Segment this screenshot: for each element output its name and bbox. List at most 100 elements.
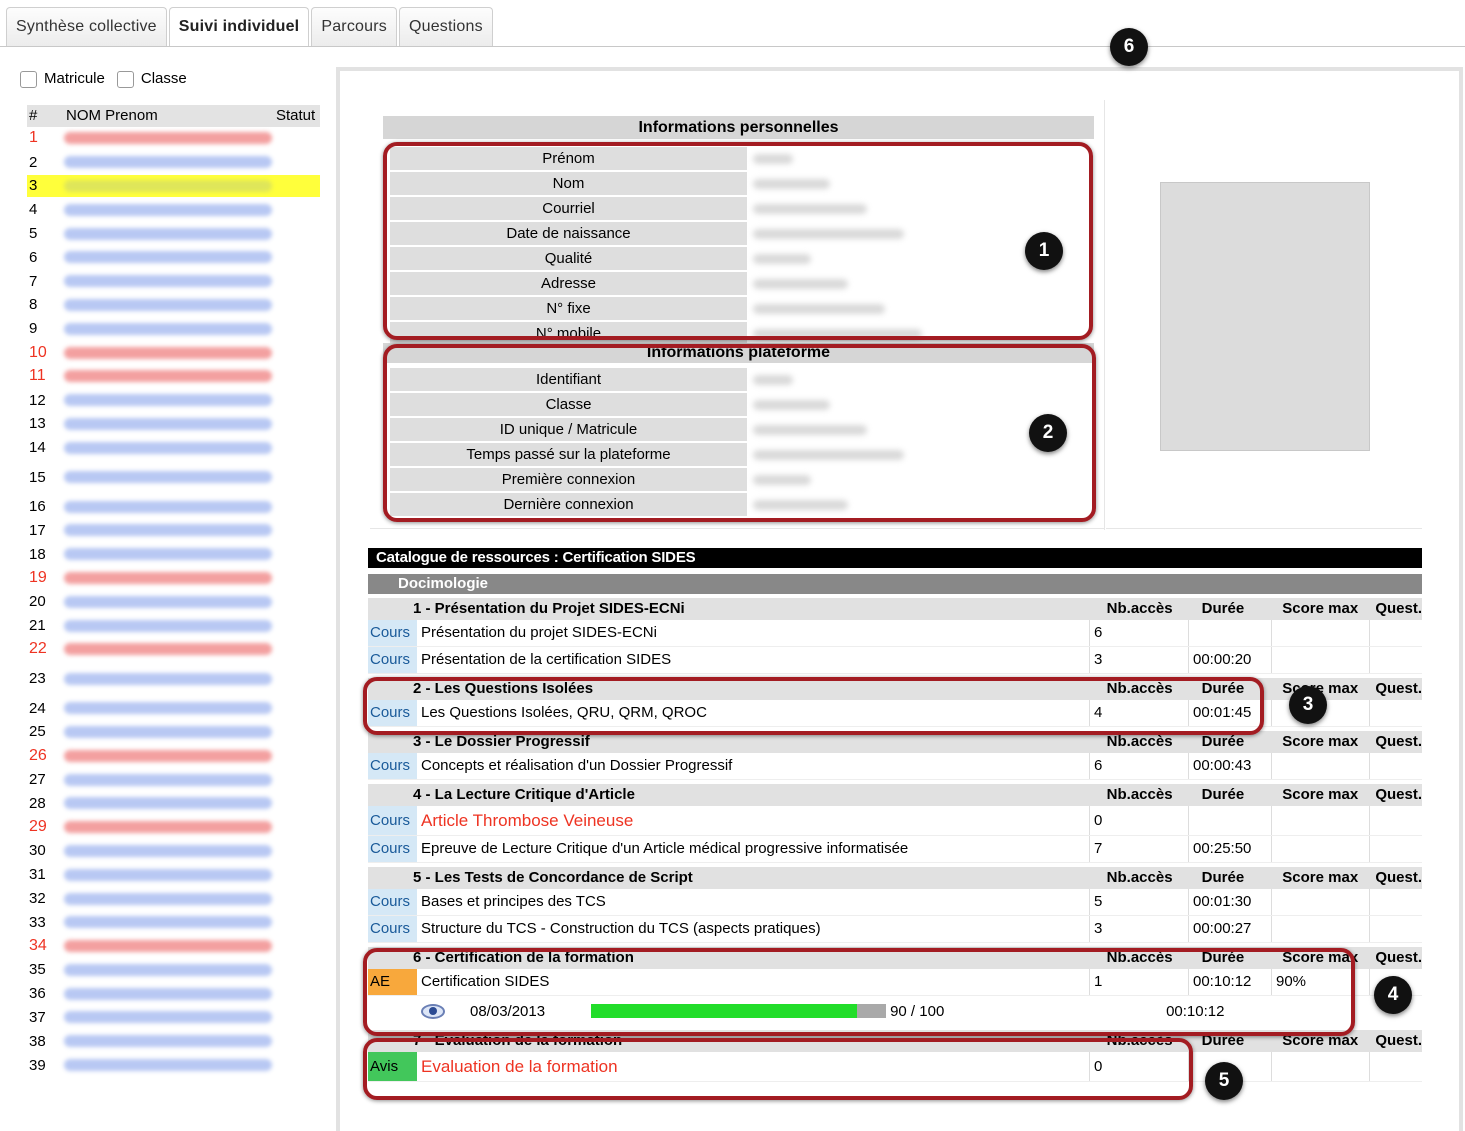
resource-row[interactable]: Cours Concepts et réalisation d'un Dossie… [368,753,1422,780]
student-row[interactable]: 33 [27,911,320,935]
tab-questions[interactable]: Questions [398,7,493,46]
tab-parcours[interactable]: Parcours [311,7,397,46]
student-row[interactable]: 25 [27,721,320,745]
student-row[interactable]: 8 [27,294,320,318]
student-name-redacted[interactable] [64,322,272,335]
student-name-redacted[interactable] [64,500,272,513]
student-row[interactable]: 15 [27,460,320,496]
student-name-redacted[interactable] [64,548,272,561]
student-row[interactable]: 39 [27,1054,320,1078]
resource-row[interactable]: Cours Epreuve de Lecture Critique d'un Ar… [368,836,1422,863]
resource-title[interactable]: Epreuve de Lecture Critique d'un Article… [417,836,1089,862]
student-row[interactable]: 18 [27,543,320,567]
student-name-redacted[interactable] [64,916,272,929]
student-name-redacted[interactable] [64,987,272,1000]
student-row[interactable]: 23 [27,662,320,697]
student-row[interactable]: 1 [27,127,320,151]
student-name-redacted[interactable] [64,868,272,881]
student-name-redacted[interactable] [64,595,272,608]
student-name-redacted[interactable] [64,298,272,311]
student-name-redacted[interactable] [64,773,272,786]
student-name-redacted[interactable] [64,702,272,715]
student-row[interactable]: 6 [27,246,320,270]
student-row[interactable]: 34 [27,935,320,959]
student-row[interactable]: 3 [27,174,320,199]
student-name-redacted[interactable] [64,619,272,632]
resource-row[interactable]: Cours Article Thrombose Veineuse 0 [368,806,1422,836]
student-row[interactable]: 30 [27,840,320,864]
resource-title[interactable]: Concepts et réalisation d'un Dossier Pro… [417,753,1089,779]
student-name-redacted[interactable] [64,940,272,953]
resource-title[interactable]: Article Thrombose Veineuse [417,806,1089,835]
resource-row[interactable]: Cours Bases et principes des TCS 5 00:01:30 [368,889,1422,916]
student-name-redacted[interactable] [64,132,272,145]
student-row[interactable]: 2 [27,151,320,175]
matricule-checkbox[interactable] [20,70,37,88]
student-row[interactable]: 10 [27,341,320,365]
student-row[interactable]: 5 [27,222,320,246]
student-name-redacted[interactable] [64,394,272,407]
student-name-redacted[interactable] [64,821,272,834]
student-row[interactable]: 20 [27,590,320,615]
student-row[interactable]: 27 [27,768,320,792]
student-name-redacted[interactable] [64,1059,272,1072]
tab-synthese-collective[interactable]: Synthèse collective [6,7,167,46]
col-name[interactable]: NOM Prenom [66,105,276,127]
student-row[interactable]: 24 [27,697,320,721]
resource-title[interactable]: Présentation du projet SIDES-ECNi [417,620,1089,646]
student-row[interactable]: 9 [27,317,320,342]
student-row[interactable]: 26 [27,744,320,769]
student-name-redacted[interactable] [64,643,272,656]
student-row[interactable]: 38 [27,1030,320,1054]
student-name-redacted[interactable] [64,203,272,216]
filter-matricule[interactable]: Matricule [20,70,105,88]
student-name-redacted[interactable] [64,441,272,454]
student-name-redacted[interactable] [64,370,272,383]
student-name-redacted[interactable] [64,844,272,857]
student-row[interactable]: 19 [27,567,320,591]
resource-row[interactable]: Cours Présentation de la certification SI… [368,647,1422,674]
student-row[interactable]: 31 [27,863,320,888]
student-row[interactable]: 16 [27,495,320,519]
student-name-redacted[interactable] [64,749,272,762]
student-row[interactable]: 13 [27,413,320,437]
student-row[interactable]: 4 [27,198,320,223]
student-row[interactable]: 35 [27,959,320,983]
student-name-redacted[interactable] [64,672,272,685]
student-name-redacted[interactable] [64,156,272,169]
student-row[interactable]: 28 [27,792,320,816]
student-row[interactable]: 14 [27,436,320,461]
student-row[interactable]: 32 [27,887,320,911]
resource-title[interactable]: Structure du TCS - Construction du TCS (… [417,916,1089,942]
student-row[interactable]: 21 [27,614,320,638]
student-row[interactable]: 7 [27,270,320,294]
student-name-redacted[interactable] [64,275,272,288]
student-row[interactable]: 37 [27,1006,320,1030]
student-name-redacted[interactable] [64,1011,272,1024]
student-row[interactable]: 36 [27,982,320,1007]
student-name-redacted[interactable] [64,179,272,192]
student-name-redacted[interactable] [64,471,272,484]
resource-title[interactable]: Présentation de la certification SIDES [417,647,1089,673]
resource-title[interactable]: Bases et principes des TCS [417,889,1089,915]
student-row[interactable]: 22 [27,638,320,662]
resource-row[interactable]: Cours Structure du TCS - Construction du … [368,916,1422,943]
student-name-redacted[interactable] [64,346,272,359]
student-name-redacted[interactable] [64,892,272,905]
filter-classe[interactable]: Classe [116,70,187,88]
student-name-redacted[interactable] [64,1035,272,1048]
student-row[interactable]: 11 [27,365,320,389]
classe-checkbox[interactable] [116,70,134,88]
student-row[interactable]: 17 [27,519,320,543]
tab-suivi-individuel[interactable]: Suivi individuel [168,7,310,46]
student-name-redacted[interactable] [64,524,272,537]
student-name-redacted[interactable] [64,227,272,240]
student-name-redacted[interactable] [64,251,272,264]
student-name-redacted[interactable] [64,417,272,430]
student-row[interactable]: 29 [27,816,320,840]
student-row[interactable]: 12 [27,389,320,413]
resource-row[interactable]: Cours Présentation du projet SIDES-ECNi 6 [368,620,1422,647]
student-name-redacted[interactable] [64,571,272,584]
student-name-redacted[interactable] [64,725,272,738]
student-name-redacted[interactable] [64,797,272,810]
